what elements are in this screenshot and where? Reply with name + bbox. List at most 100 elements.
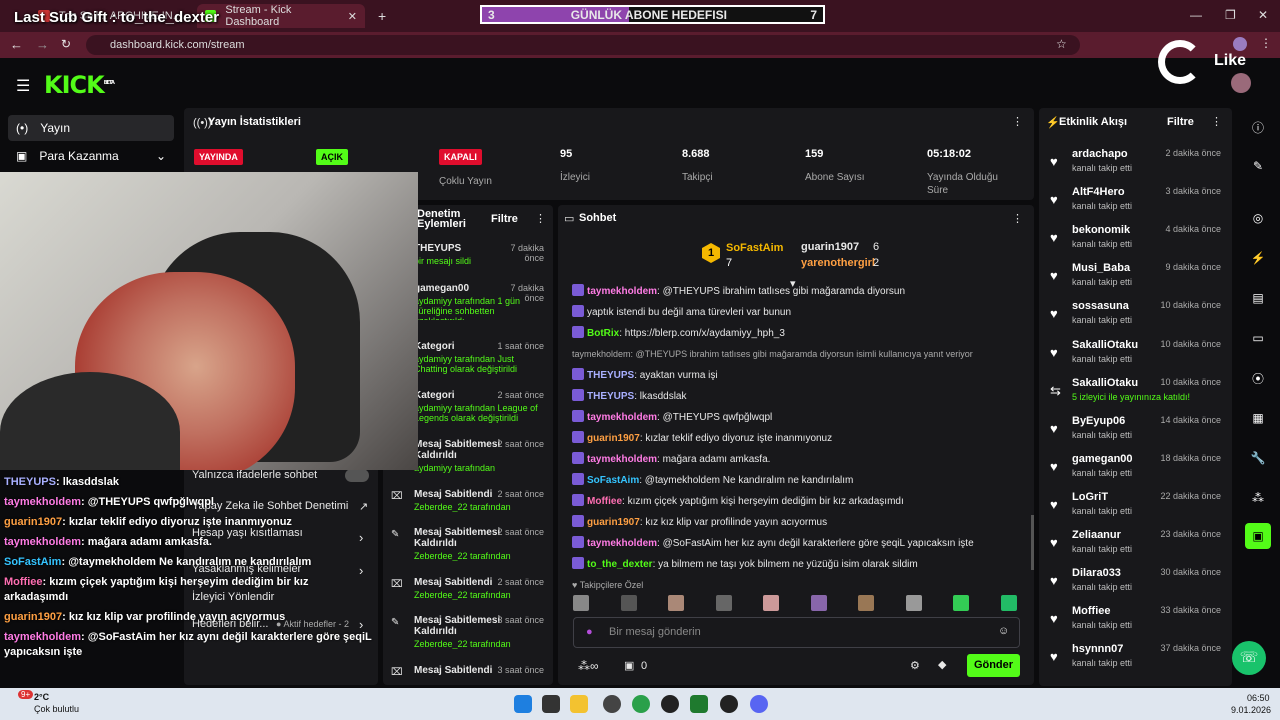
activity-item[interactable]: ♥ Dilara033 kanalı takip etti 30 dakika önc… [1048, 567, 1228, 592]
activity-item[interactable]: ♥ ByEyup06 kanalı takip etti 14 dakika önce [1048, 415, 1228, 440]
mod-menu-icon[interactable]: ⋮ [535, 212, 546, 225]
chat-message[interactable]: to_the_dexter: ya bilmem ne taşı yok bil… [572, 554, 1027, 575]
activity-item[interactable]: ♥ SakalliOtaku kanalı takip etti 10 dakika … [1048, 339, 1228, 364]
points-icon[interactable]: ⁂∞ [578, 659, 599, 673]
chat-username[interactable]: to_the_dexter [587, 559, 653, 570]
chat-username[interactable]: taymekholdem [587, 412, 657, 423]
chat-username[interactable]: guarin1907 [587, 433, 640, 444]
activity-item[interactable]: ⇆ SakalliOtaku 5 izleyici ile yayınınıza k… [1048, 377, 1228, 402]
chat-message[interactable]: taymekholdem: mağara adamı amkasfa. [572, 449, 1027, 470]
chat-username[interactable]: guarin1907 [587, 517, 640, 528]
activity-item[interactable]: ♥ sossasuna kanalı takip etti 10 dakika önc… [1048, 300, 1228, 325]
activity-item[interactable]: ♥ Zeliaanur kanalı takip etti 23 dakika önc… [1048, 529, 1228, 554]
reload-icon[interactable]: ↻ [61, 37, 71, 51]
emoji-icon[interactable]: ☺ [998, 625, 1009, 637]
chat-message[interactable]: Moffiee: kızım çiçek yaptığım kişi herşe… [572, 491, 1027, 512]
emote-icon[interactable] [905, 595, 922, 611]
chat-message[interactable]: taymekholdem: @THEYUPS ibrahim tatlıses … [572, 281, 1027, 302]
kick-app-icon[interactable] [690, 695, 708, 713]
app-icon[interactable] [603, 695, 621, 713]
close-window-icon[interactable]: ✕ [1258, 8, 1268, 22]
layout-icon[interactable]: ▦ [1245, 405, 1271, 431]
stats-menu-icon[interactable]: ⋮ [1012, 115, 1023, 128]
emote-icon[interactable] [858, 595, 875, 611]
chat-username[interactable]: BotRix [587, 328, 619, 339]
activity-item[interactable]: ♥ bekonomik kanalı takip etti 4 dakika önce [1048, 224, 1228, 249]
activity-item[interactable]: ♥ hsynnn07 kanalı takip etti 37 dakika önce [1048, 643, 1228, 668]
info-icon[interactable]: ⓘ [1245, 114, 1271, 140]
chat-username[interactable]: THEYUPS [587, 370, 634, 381]
url-field[interactable]: dashboard.kick.com/stream [86, 35, 1080, 55]
nav-yayin[interactable]: (•) Yayın [8, 115, 174, 141]
activity-item[interactable]: ♥ AltF4Hero kanalı takip etti 3 dakika önce [1048, 186, 1228, 211]
lightning-icon[interactable]: ⚡ [1245, 245, 1271, 271]
hamburger-menu-icon[interactable]: ☰ [16, 76, 30, 96]
chat-message[interactable]: BotRix: https://blerp.com/x/aydamiyy_hph… [572, 323, 1027, 344]
chat-message[interactable]: guarin1907: kız kız klip var profilinde … [572, 512, 1027, 533]
chat-message[interactable]: SoFastAim: @taymekholdem Ne kandıralım n… [572, 470, 1027, 491]
emote-icon[interactable] [763, 595, 780, 611]
mod-shield-icon[interactable]: ◆ [938, 658, 946, 671]
mod-action-item[interactable]: ⌧ Mesaj Sabitlendi 2 saat önce Zeberdee_22 … [391, 489, 544, 512]
activity-menu-icon[interactable]: ⋮ [1211, 115, 1222, 128]
emote-icon[interactable] [953, 595, 970, 611]
activity-item[interactable]: ♥ Musi_Baba kanalı takip etti 9 dakika önce [1048, 262, 1228, 287]
windows-start-icon[interactable] [514, 695, 532, 713]
discord-icon[interactable] [750, 695, 768, 713]
close-tab-icon[interactable]: ✕ [348, 10, 357, 23]
new-tab-button[interactable]: + [370, 4, 394, 28]
send-button[interactable]: Gönder [967, 654, 1020, 677]
activity-item[interactable]: ♥ ardachapo kanalı takip etti 2 dakika önce [1048, 148, 1228, 173]
kick-logo[interactable]: KICKBETA [44, 71, 115, 99]
emote-icon[interactable] [810, 595, 827, 611]
app-g2-icon[interactable] [720, 695, 738, 713]
profile-avatar[interactable] [1233, 37, 1247, 51]
chat-message[interactable]: guarin1907: kızlar teklif ediyo diyoruz … [572, 428, 1027, 449]
wrench-icon[interactable]: 🔧 [1245, 445, 1271, 471]
nav-para-kazanma[interactable]: ▣ Para Kazanma ⌄ [8, 143, 174, 169]
mic-icon[interactable]: ● [586, 626, 593, 638]
chat-username[interactable]: taymekholdem [587, 538, 657, 549]
user-avatar[interactable] [1231, 73, 1251, 93]
mod-action-item[interactable]: ⌧ Mesaj Sabitlendi 2 saat önce Zeberdee_22 … [391, 577, 544, 600]
chat-username[interactable]: THEYUPS [587, 391, 634, 402]
maximize-icon[interactable]: ❐ [1225, 8, 1236, 22]
emote-icon[interactable] [620, 595, 637, 611]
chrome-icon[interactable] [632, 695, 650, 713]
vault-icon[interactable]: ▣ [624, 659, 634, 672]
chat-message[interactable]: taymekholdem: @THEYUPS ibrahim tatlıses … [572, 344, 1027, 365]
chat-username[interactable]: SoFastAim [587, 475, 639, 486]
mod-filter-button[interactable]: Filtre [491, 213, 518, 225]
emote-icon[interactable] [1000, 595, 1017, 611]
chat-message[interactable]: taymekholdem: @SoFastAim her kız aynı de… [572, 533, 1027, 554]
emote-icon[interactable] [715, 595, 732, 611]
camera-icon[interactable]: ◎ [1245, 205, 1271, 231]
mod-action-item[interactable]: ✎ Mesaj Sabitlemesi Kaldırıldı 3 saat önce… [391, 615, 544, 649]
task-view-icon[interactable] [542, 695, 560, 713]
browser-menu-icon[interactable]: ⋮ [1260, 36, 1272, 50]
chat-bubble-icon[interactable]: ▭ [1245, 325, 1271, 351]
forward-icon[interactable]: → [36, 37, 49, 52]
chat-username[interactable]: taymekholdem [587, 286, 657, 297]
mod-action-item[interactable]: ⌧ Mesaj Sabitlendi 3 saat önce [391, 665, 544, 678]
chat-scrollbar[interactable] [1031, 515, 1034, 570]
bookmark-star-icon[interactable]: ☆ [1056, 37, 1067, 51]
activity-item[interactable]: ♥ gamegan00 kanalı takip etti 18 dakika önc… [1048, 453, 1228, 478]
settings-gear-icon[interactable]: ⚙ [910, 659, 920, 672]
pencil-icon[interactable]: ✎ [1245, 153, 1271, 179]
chat-message[interactable]: THEYUPS: ayaktan vurma işi [572, 365, 1027, 386]
activity-filter-button[interactable]: Filtre [1167, 116, 1194, 128]
document-icon[interactable]: ▤ [1245, 285, 1271, 311]
chat-message[interactable]: THEYUPS: lkasddslak [572, 386, 1027, 407]
chat-message[interactable]: yaptık istendi bu değil ama türevleri va… [572, 302, 1027, 323]
emote-icon[interactable] [668, 595, 685, 611]
app-g-icon[interactable] [661, 695, 679, 713]
chat-message[interactable]: taymekholdem: @THEYUPS qwfpğlwqpl [572, 407, 1027, 428]
activity-item[interactable]: ♥ Moffiee kanalı takip etti 33 dakika önce [1048, 605, 1228, 630]
chat-menu-icon[interactable]: ⋮ [1012, 212, 1023, 225]
support-headset-icon[interactable]: ☏ [1232, 641, 1266, 675]
emote-icon[interactable] [573, 595, 589, 611]
chat-username[interactable]: taymekholdem [587, 454, 657, 465]
minimize-icon[interactable]: — [1190, 8, 1202, 22]
browser-tab-2[interactable]: Stream - Kick Dashboard ✕ [197, 4, 365, 28]
